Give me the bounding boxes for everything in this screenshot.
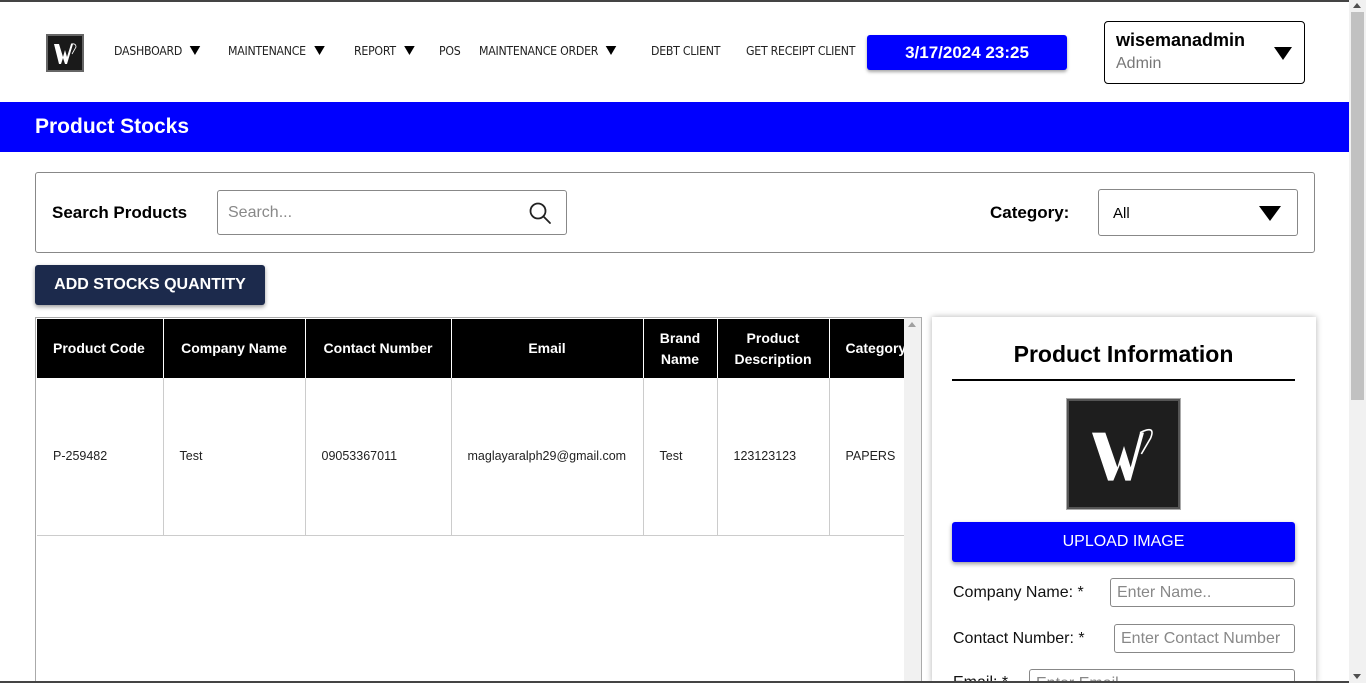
table-cell: 09053367011: [305, 378, 452, 536]
category-select[interactable]: All: [1098, 189, 1298, 236]
table-cell: P-259482: [37, 378, 164, 536]
upload-image-button[interactable]: UPLOAD IMAGE: [952, 522, 1295, 562]
search-box: [217, 190, 567, 235]
add-stocks-quantity-button[interactable]: ADD STOCKS QUANTITY: [35, 265, 265, 305]
table-row[interactable]: P-259482 Test 09053367011 maglayaralph29…: [37, 378, 920, 536]
product-table-container: Product Code Company Name Contact Number…: [35, 317, 922, 683]
app-logo[interactable]: [46, 34, 84, 72]
product-image: [1066, 398, 1181, 510]
nav-debt-client[interactable]: DEBT CLIENT: [651, 43, 720, 58]
scroll-up-icon[interactable]: [1353, 3, 1361, 8]
company-name-label: Company Name: *: [953, 584, 1084, 601]
datetime-badge: 3/17/2024 23:25: [867, 35, 1067, 70]
table-cell: Test: [643, 378, 718, 536]
nav-maintenance-order-label: MAINTENANCE ORDER: [478, 43, 599, 58]
user-role: Admin: [1116, 55, 1162, 72]
divider: [952, 379, 1295, 381]
page-title-bar: Product Stocks: [0, 102, 1349, 152]
nav-debt-client-label: DEBT CLIENT: [651, 43, 721, 58]
search-label: Search Products: [52, 203, 188, 222]
main-nav: DASHBOARD MAINTENANCE REPORT POS MAINTEN…: [114, 43, 886, 58]
nav-get-receipt-client-label: GET RECEIPT CLIENT: [746, 43, 856, 58]
column-header[interactable]: Contact Number: [305, 319, 452, 378]
nav-dashboard-label: DASHBOARD: [114, 43, 183, 58]
column-header[interactable]: Email: [451, 319, 644, 378]
contact-number-field[interactable]: [1114, 624, 1295, 653]
product-information-title: Product Information: [1013, 341, 1234, 367]
nav-pos-label: POS: [438, 43, 461, 58]
nav-report-label: REPORT: [353, 43, 396, 58]
column-header[interactable]: Product Description: [717, 319, 830, 378]
table-cell: maglayaralph29@gmail.com: [451, 378, 644, 536]
category-value: All: [1113, 205, 1130, 222]
nav-report[interactable]: REPORT: [353, 43, 415, 58]
column-header[interactable]: Brand Name: [643, 319, 718, 378]
company-name-field[interactable]: [1110, 578, 1295, 607]
search-panel: Search Products Category: All: [35, 172, 1315, 253]
logo-w-icon: [1091, 428, 1153, 481]
product-information-panel: Product Information UPLOAD IMAGE Company…: [932, 317, 1316, 683]
category-label: Category:: [990, 203, 1070, 222]
table-header-row: Product Code Company Name Contact Number…: [37, 319, 920, 378]
column-header[interactable]: Product Code: [37, 319, 164, 378]
nav-get-receipt-client[interactable]: GET RECEIPT CLIENT: [746, 43, 855, 58]
search-icon[interactable]: [528, 201, 552, 230]
chevron-down-icon: [314, 46, 325, 55]
scroll-up-icon[interactable]: [908, 322, 916, 327]
column-header[interactable]: Company Name: [163, 319, 306, 378]
scrollbar-thumb[interactable]: [1351, 12, 1364, 400]
scroll-down-icon[interactable]: [1353, 674, 1361, 679]
chevron-down-icon: [1259, 206, 1281, 221]
nav-pos[interactable]: POS: [438, 43, 461, 58]
nav-maintenance-label: MAINTENANCE: [228, 43, 307, 58]
chevron-down-icon: [190, 46, 201, 55]
logo-w-icon: [54, 43, 77, 64]
nav-dashboard[interactable]: DASHBOARD: [114, 43, 201, 58]
user-menu[interactable]: wisemanadmin Admin: [1104, 21, 1305, 84]
chevron-down-icon[interactable]: [1274, 47, 1292, 60]
table-cell: 123123123: [717, 378, 830, 536]
user-name: wisemanadmin: [1116, 30, 1246, 50]
search-input[interactable]: [218, 191, 508, 234]
top-navbar: DASHBOARD MAINTENANCE REPORT POS MAINTEN…: [0, 2, 1349, 102]
chevron-down-icon: [403, 46, 415, 55]
nav-maintenance[interactable]: MAINTENANCE: [228, 43, 325, 58]
contact-number-label: Contact Number: *: [953, 630, 1085, 647]
page-scrollbar[interactable]: [1349, 0, 1366, 683]
product-table: Product Code Company Name Contact Number…: [37, 319, 920, 536]
table-cell: Test: [163, 378, 306, 536]
table-scrollbar[interactable]: [904, 318, 921, 682]
chevron-down-icon: [606, 46, 617, 55]
page-title: Product Stocks: [35, 115, 190, 138]
nav-maintenance-order[interactable]: MAINTENANCE ORDER: [479, 43, 617, 58]
